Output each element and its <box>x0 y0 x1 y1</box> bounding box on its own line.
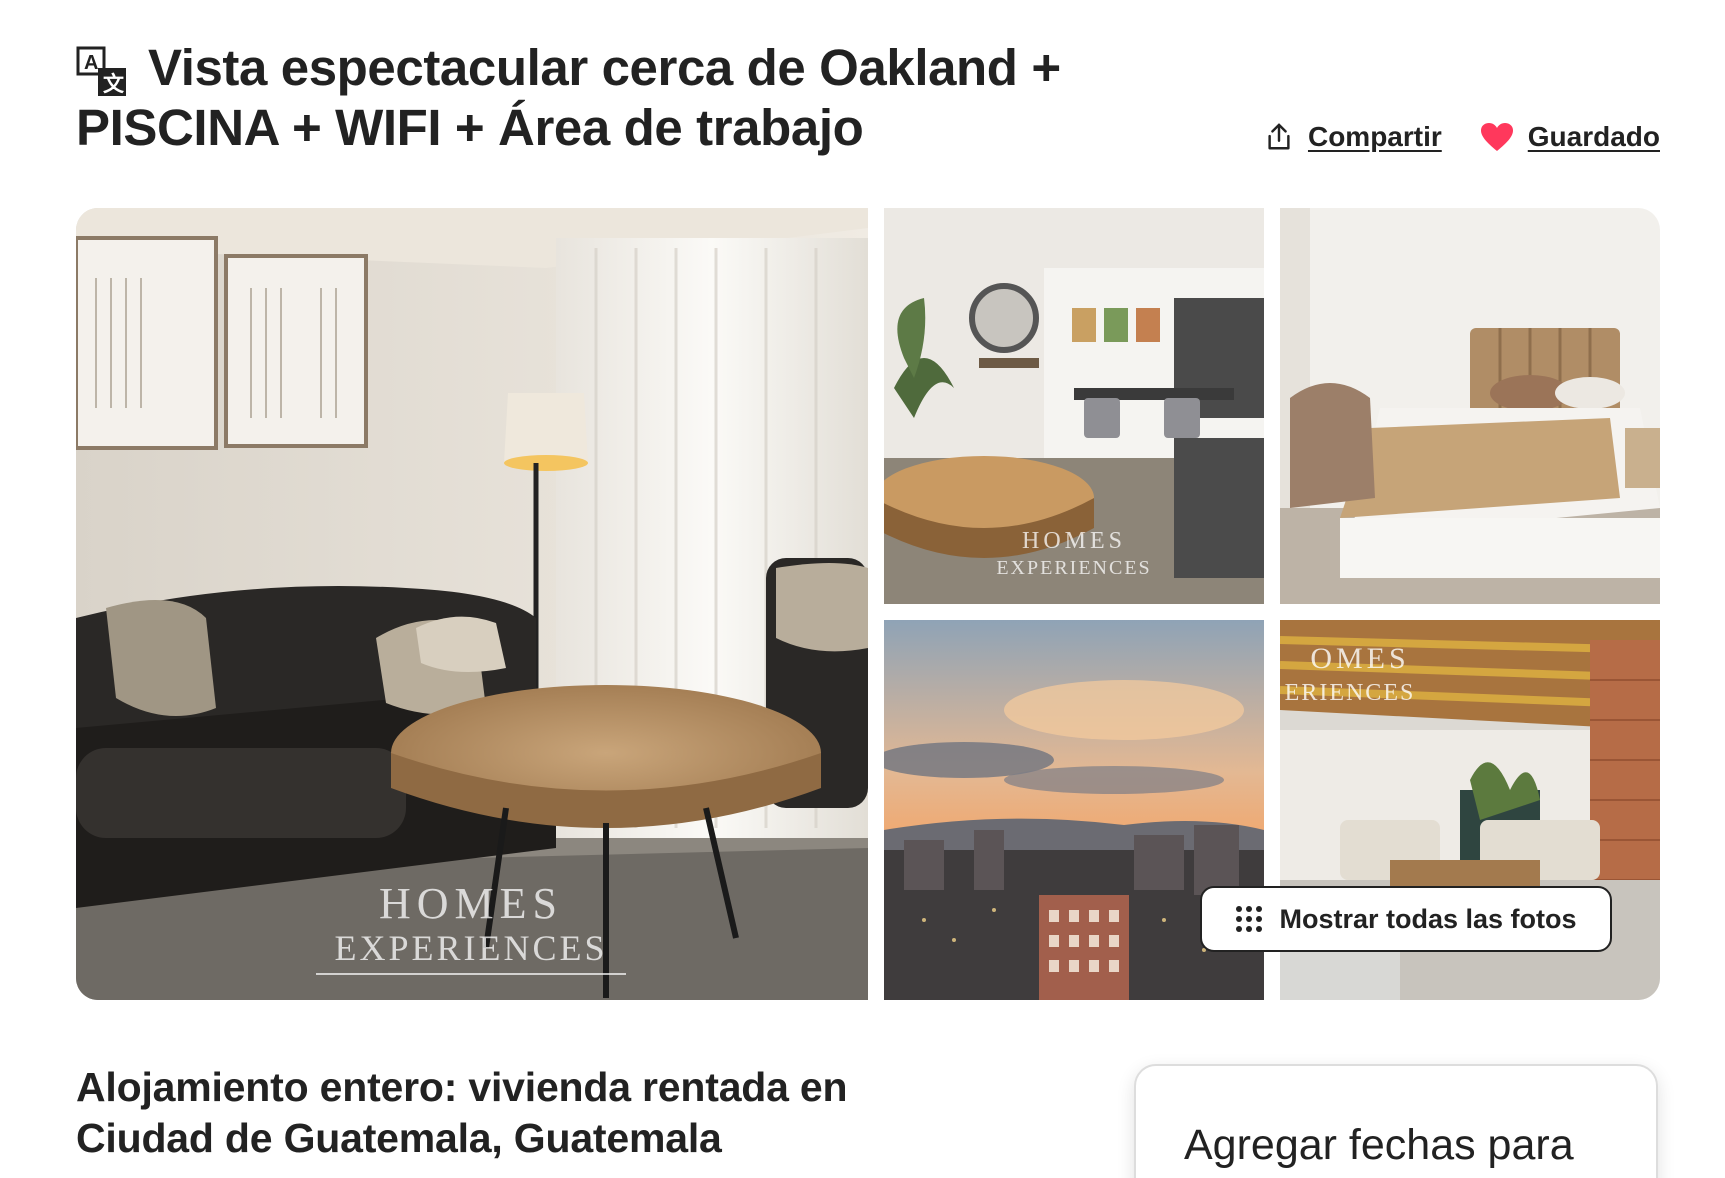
header-actions: Compartir Guardado <box>1264 120 1660 154</box>
watermark-homes: HOMES <box>1022 528 1126 554</box>
svg-text:文: 文 <box>103 72 125 96</box>
save-button[interactable]: Guardado <box>1480 120 1660 154</box>
listing-page: A 文 Vista espectacular cerca de Oakland … <box>0 0 1725 1178</box>
watermark-experiences: ERIENCES <box>1285 680 1416 706</box>
listing-header: A 文 Vista espectacular cerca de Oakland … <box>76 38 1660 168</box>
save-label: Guardado <box>1527 121 1660 152</box>
watermark-experiences: EXPERIENCES <box>996 557 1151 579</box>
share-button[interactable]: Compartir <box>1264 120 1442 154</box>
grid-dots-icon <box>1236 906 1263 932</box>
share-label: Compartir <box>1307 121 1442 152</box>
booking-card: Agregar fechas para los precios <box>1134 1064 1658 1178</box>
share-icon <box>1268 123 1290 150</box>
show-all-photos-label: Mostrar todas las fotos <box>1279 903 1577 934</box>
svg-text:A: A <box>84 52 98 74</box>
photo-dining-area[interactable]: HOMES EXPERIENCES <box>884 208 1264 604</box>
title-wrap: A 文 Vista espectacular cerca de Oakland … <box>76 38 1176 158</box>
photo-bedroom[interactable] <box>1280 208 1660 604</box>
photo-gallery: HOMES EXPERIENCES HOMES EXPERIENCES OMES… <box>76 208 1660 1000</box>
booking-prompt: Agregar fechas para los precios <box>1184 1121 1574 1178</box>
show-all-photos-button[interactable]: Mostrar todas las fotos <box>1200 886 1612 952</box>
listing-subtitle: Alojamiento entero: vivienda rentada en … <box>76 1064 848 1161</box>
translate-icon[interactable]: A 文 <box>76 46 128 98</box>
heart-icon <box>1480 123 1513 151</box>
watermark-experiences: EXPERIENCES <box>334 928 607 968</box>
watermark-homes: HOMES <box>379 879 563 928</box>
photo-living-room[interactable]: HOMES EXPERIENCES <box>76 208 868 1000</box>
listing-title: Vista espectacular cerca de Oakland + PI… <box>76 39 1061 156</box>
watermark-homes: OMES <box>1310 642 1409 675</box>
